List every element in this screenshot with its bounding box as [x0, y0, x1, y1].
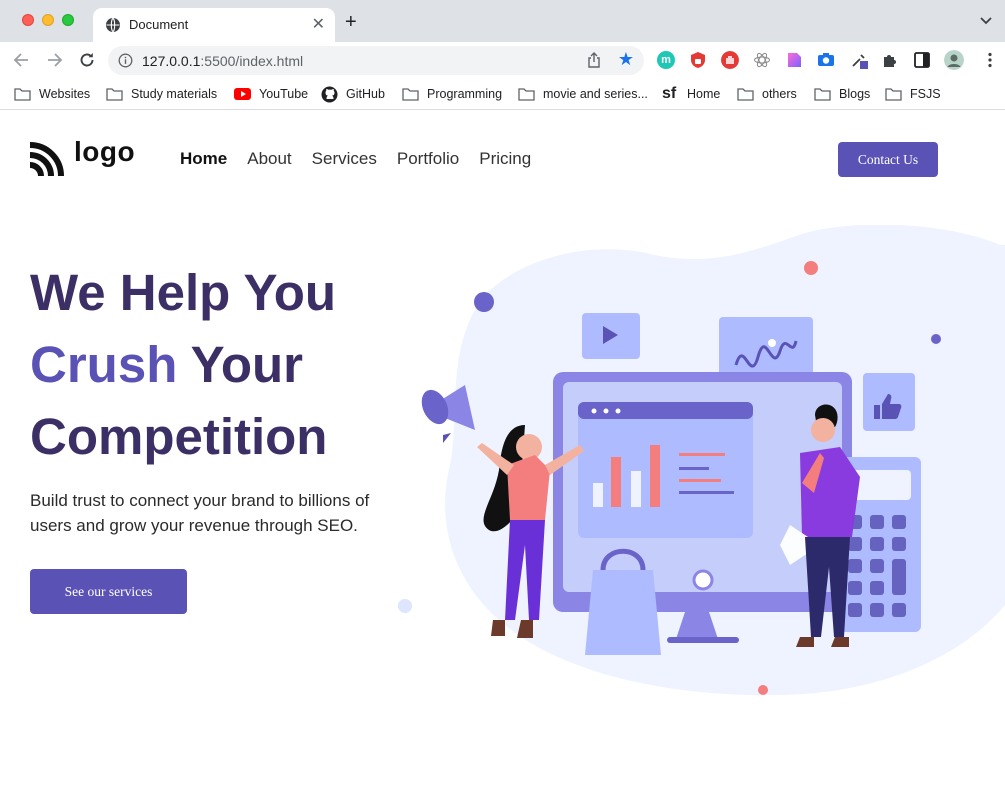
- new-tab-button[interactable]: +: [345, 11, 357, 34]
- folder-icon: [402, 88, 419, 101]
- web-page: logo Home About Services Portfolio Prici…: [0, 110, 1005, 796]
- extension-m-icon[interactable]: m: [657, 51, 675, 69]
- hero-paragraph: Build trust to connect your brand to bil…: [30, 491, 370, 535]
- forward-arrow-icon[interactable]: [44, 50, 64, 70]
- folder-icon: [737, 88, 754, 101]
- bookmark-link[interactable]: sf Home: [662, 84, 720, 104]
- hero-heading-line1: We Help You: [30, 264, 337, 321]
- bookmark-star-icon[interactable]: ★: [618, 49, 634, 70]
- puzzle-extensions-icon[interactable]: [881, 51, 899, 69]
- gradient-extension-icon[interactable]: [785, 51, 803, 69]
- bookmark-label: movie and series...: [543, 87, 648, 101]
- bookmark-folder[interactable]: movie and series...: [518, 84, 648, 104]
- logo-text[interactable]: logo: [74, 136, 135, 168]
- bookmark-label: Blogs: [839, 87, 871, 101]
- see-our-services-button[interactable]: See our services: [30, 569, 187, 614]
- bookmark-label: Programming: [427, 87, 503, 101]
- bookmark-link[interactable]: GitHub: [321, 84, 385, 104]
- sf-icon: sf: [662, 85, 677, 102]
- bookmark-label: FSJS: [910, 87, 941, 101]
- react-devtools-icon[interactable]: [753, 51, 771, 69]
- nav-services[interactable]: Services: [312, 149, 377, 169]
- logo-mark-icon[interactable]: [30, 140, 66, 176]
- nav-portfolio[interactable]: Portfolio: [397, 149, 459, 169]
- share-icon[interactable]: [586, 52, 602, 69]
- camera-extension-icon[interactable]: [817, 51, 835, 69]
- reload-icon[interactable]: [77, 50, 97, 70]
- globe-icon: [106, 17, 120, 33]
- github-icon: [321, 86, 338, 102]
- eyedropper-extension-icon[interactable]: [850, 51, 868, 69]
- hand-stop-extension-icon[interactable]: [721, 51, 739, 69]
- address-bar[interactable]: 127.0.0.1:5500/index.html ★: [108, 46, 644, 75]
- bookmark-label: Websites: [39, 87, 91, 101]
- folder-icon: [106, 88, 123, 101]
- minimize-window-button[interactable]: [42, 14, 54, 26]
- tab-close-icon[interactable]: ✕: [312, 14, 325, 34]
- more-menu-icon[interactable]: [981, 51, 999, 69]
- maximize-window-button[interactable]: [62, 14, 74, 26]
- hero-illustration: [398, 225, 1005, 696]
- nav-about[interactable]: About: [247, 149, 291, 169]
- bookmark-label: Study materials: [131, 87, 218, 101]
- browser-toolbar: 127.0.0.1:5500/index.html ★ m: [0, 42, 1005, 78]
- main-nav: Home About Services Portfolio Pricing: [180, 149, 551, 169]
- bookmark-folder[interactable]: others: [737, 84, 797, 104]
- close-window-button[interactable]: [22, 14, 34, 26]
- profile-avatar[interactable]: [944, 50, 964, 70]
- bookmark-folder[interactable]: Study materials: [106, 84, 217, 104]
- side-panel-icon[interactable]: [913, 51, 931, 69]
- bookmark-folder[interactable]: Blogs: [814, 84, 870, 104]
- bookmark-label: GitHub: [346, 87, 385, 101]
- back-arrow-icon[interactable]: [12, 50, 32, 70]
- bookmark-folder[interactable]: Websites: [14, 84, 90, 104]
- folder-icon: [814, 88, 831, 101]
- browser-tab-bar: Document ✕ +: [0, 0, 1005, 42]
- shield-extension-icon[interactable]: [689, 51, 707, 69]
- hero-heading-line3: Competition: [30, 408, 328, 465]
- folder-icon: [14, 88, 31, 101]
- hero-heading-line2: Crush Your: [30, 336, 303, 393]
- tab-title: Document: [129, 17, 189, 32]
- browser-tab[interactable]: Document ✕: [93, 8, 335, 42]
- bookmark-link[interactable]: YouTube: [234, 84, 308, 104]
- folder-icon: [518, 88, 535, 101]
- contact-us-button[interactable]: Contact Us: [838, 142, 938, 177]
- bookmark-label: Home: [687, 87, 721, 101]
- chevron-down-icon[interactable]: [979, 13, 993, 27]
- bookmark-folder[interactable]: FSJS: [885, 84, 941, 104]
- bookmarks-bar: Websites Study materials YouTube GitHub …: [0, 78, 1005, 110]
- nav-home[interactable]: Home: [180, 149, 227, 169]
- url-text: 127.0.0.1:5500/index.html: [142, 53, 304, 69]
- info-icon[interactable]: [118, 53, 133, 68]
- nav-pricing[interactable]: Pricing: [479, 149, 531, 169]
- bookmark-label: others: [762, 87, 797, 101]
- bookmark-label: YouTube: [259, 87, 309, 101]
- youtube-icon: [234, 88, 251, 100]
- bookmark-folder[interactable]: Programming: [402, 84, 502, 104]
- folder-icon: [885, 88, 902, 101]
